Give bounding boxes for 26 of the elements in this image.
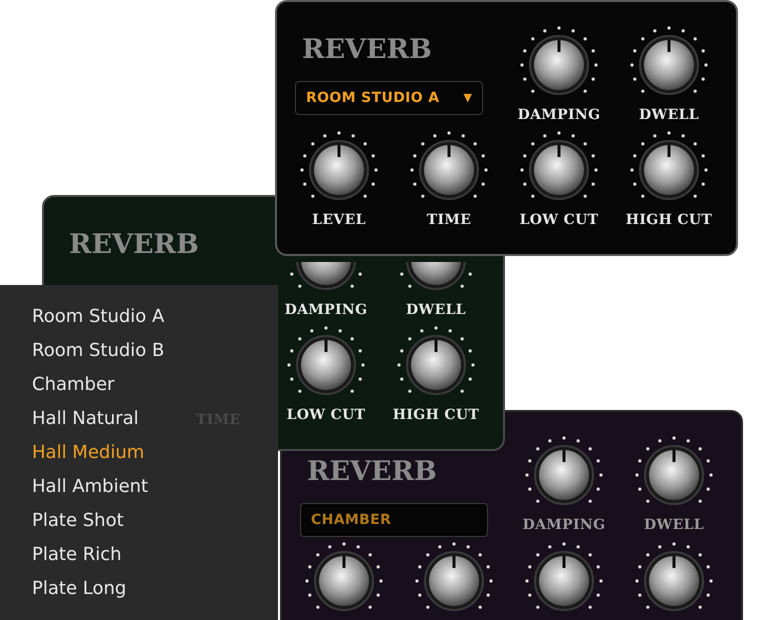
preset-dropdown[interactable]: ROOM STUDIO A ▼ (295, 81, 483, 115)
menu-item[interactable]: Chamber (0, 367, 122, 401)
menu-item[interactable]: Hall Ambient (0, 469, 156, 503)
knob-label: LEVEL (312, 211, 366, 230)
knob-label: LOW CUT (520, 211, 598, 230)
knob-label: TIME (426, 211, 472, 230)
knob-label: DWELL (644, 516, 704, 535)
knob-label: HIGH CUT (392, 406, 480, 425)
knob-label: DWELL (406, 301, 466, 320)
knob-label: DAMPING (518, 106, 600, 125)
menu-item[interactable]: Room Studio A (0, 299, 172, 333)
knob-label: HIGH CUT (626, 211, 712, 230)
panel-title: REVERB (307, 458, 438, 485)
knob-label: DAMPING (522, 516, 606, 535)
knob-label: DAMPING (284, 301, 368, 320)
menu-item[interactable]: Hall Medium (0, 435, 152, 469)
panel-title: REVERB (69, 231, 200, 258)
menu-item[interactable]: Plate Rich (0, 537, 130, 571)
knob-label: LOW CUT (286, 406, 366, 425)
preset-dropdown[interactable]: CHAMBER (300, 503, 488, 537)
menu-item[interactable]: Room Studio B (0, 333, 172, 367)
knob-label: DWELL (639, 106, 699, 125)
menu-item[interactable]: Hall Natural (0, 401, 147, 435)
menu-item[interactable]: Plate Shot (0, 503, 132, 537)
panel-title: REVERB (302, 36, 433, 63)
menu-item[interactable]: Plate Long (0, 571, 134, 605)
